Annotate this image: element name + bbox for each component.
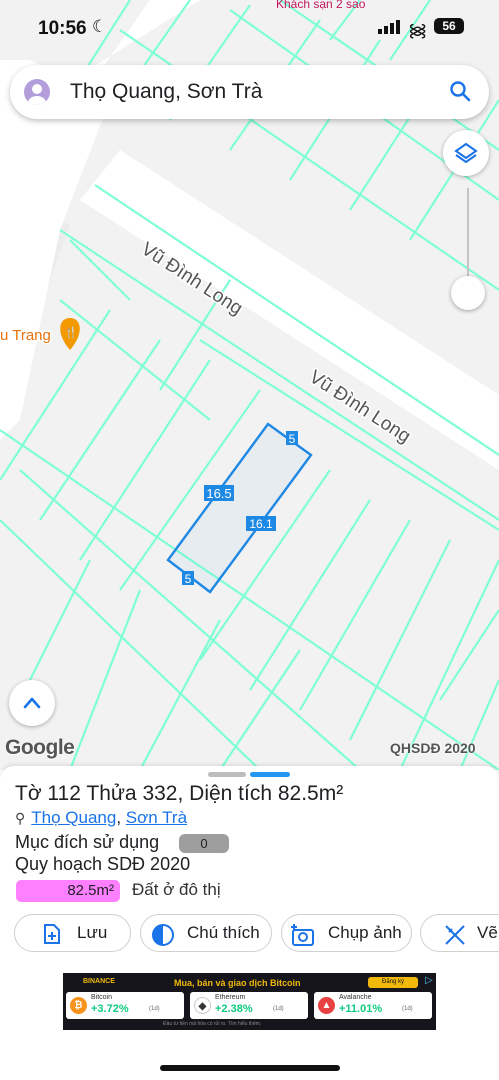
lot-boundary-line (59, 299, 211, 421)
lot-boundary-line (399, 559, 499, 770)
coin-period: (1d) (273, 1006, 284, 1012)
layers-icon (454, 142, 478, 164)
dim-label: 16.1 (249, 517, 273, 531)
location-pin-icon: ⚲ (15, 810, 26, 826)
restaurant-icon: 🍴 (60, 318, 80, 350)
search-input[interactable]: Thọ Quang, Sơn Trà (70, 80, 262, 104)
coin-change: +2.38% (215, 1003, 253, 1015)
search-icon[interactable] (449, 80, 471, 102)
coin-change: +3.72% (91, 1003, 129, 1015)
coin-name: Ethereum (215, 994, 246, 1001)
panel-handle-active[interactable] (250, 772, 290, 777)
avalanche-icon: ▲ (318, 997, 335, 1014)
ad-brand: BINANCE (83, 978, 115, 985)
lot-boundary-line (68, 589, 142, 770)
search-bar[interactable]: Thọ Quang, Sơn Trà (10, 65, 489, 119)
map-view[interactable]: Vũ Đình Long Vũ Đình Long u Trang 🍴 16.5… (0, 0, 499, 770)
purpose-label: Mục đích sử dụng (15, 832, 160, 852)
selected-parcel (166, 422, 313, 594)
dim-label: 5 (185, 572, 192, 586)
coin-card: ▲ Avalanche +11.01% (1d) (314, 992, 432, 1019)
avatar[interactable] (24, 79, 50, 105)
battery-icon: 56 (434, 18, 464, 34)
expand-up-button[interactable] (9, 680, 55, 726)
panel-handle[interactable] (208, 772, 246, 777)
land-type-label: Đất ở đô thị (132, 880, 221, 899)
opacity-slider-handle[interactable] (451, 276, 485, 310)
contrast-icon (152, 924, 174, 946)
district-link[interactable]: Sơn Trà (126, 808, 187, 827)
bitcoin-icon: ₿ (70, 997, 87, 1014)
coin-period: (1d) (402, 1006, 413, 1012)
legend-button[interactable]: Chú thích (140, 914, 272, 952)
action-bar: Lưu Chú thích Chụp ảnh Vẽ (0, 914, 499, 954)
draw-label: Vẽ (477, 923, 498, 942)
coin-card: ₿ Bitcoin +3.72% (1d) (66, 992, 184, 1019)
lot-boundary-line (299, 519, 411, 711)
status-time: 10:56 (38, 18, 87, 39)
lot-boundary-line (349, 539, 451, 741)
lot-boundary-line (94, 184, 499, 456)
purpose-count-badge: 0 (179, 834, 229, 853)
lot-boundary-line (139, 619, 221, 770)
lot-boundary-line (219, 649, 301, 770)
ruler-pencil-icon (445, 925, 465, 945)
legend-label: Chú thích (187, 923, 260, 942)
signal-icon (378, 20, 400, 34)
coin-name: Bitcoin (91, 994, 113, 1001)
parcel-title: Tờ 112 Thửa 332, Diện tích 82.5m² (15, 782, 344, 805)
coin-change: +11.01% (339, 1003, 383, 1015)
draw-button[interactable]: Vẽ (420, 914, 499, 952)
capture-button[interactable]: Chụp ảnh (281, 914, 412, 952)
google-logo: Google (5, 736, 75, 759)
parcel-location: ⚲ Thọ Quang, Sơn Trà (15, 808, 187, 828)
moon-icon: ☾ (92, 17, 108, 36)
ad-cta-button[interactable]: Đăng ký (368, 977, 418, 988)
ad-choices-icon[interactable]: ▷ (425, 975, 433, 986)
layer-name-label: QHSDĐ 2020 (390, 740, 476, 756)
ad-banner[interactable]: BINANCE Mua, bán và giao dịch Bitcoin Đă… (63, 973, 436, 1030)
poi-label: u Trang (0, 327, 51, 344)
save-label: Lưu (77, 923, 108, 942)
coin-period: (1d) (149, 1006, 160, 1012)
camera-icon (291, 924, 314, 946)
ad-headline: Mua, bán và giao dịch Bitcoin (174, 978, 301, 988)
coin-card: ◆ Ethereum +2.38% (1d) (190, 992, 308, 1019)
capture-label: Chụp ảnh (328, 923, 402, 942)
svg-text:🍴: 🍴 (64, 326, 78, 339)
location-separator: , (116, 808, 122, 827)
home-indicator[interactable] (160, 1065, 340, 1071)
layers-button[interactable] (443, 130, 489, 176)
save-button[interactable]: Lưu (14, 914, 131, 952)
ethereum-icon: ◆ (194, 997, 211, 1014)
chevron-up-icon (23, 697, 41, 709)
planning-label: Quy hoạch SDĐ 2020 (15, 854, 191, 874)
land-area-chip: 82.5m² (16, 880, 120, 902)
ward-link[interactable]: Thọ Quang (31, 808, 116, 827)
status-bar: Khách sạn 2 sao 10:56 ☾ ᯼ 56 (0, 0, 499, 60)
wifi-icon: ᯼ (408, 20, 428, 40)
dim-label: 16.5 (206, 486, 231, 501)
ad-disclaimer: Đầu tư tiền mã hóa có rủi ro. Tìm hiểu t… (163, 1021, 262, 1027)
coin-name: Avalanche (339, 994, 372, 1001)
lot-boundary-line (19, 559, 91, 701)
add-document-icon (44, 924, 60, 944)
dim-label: 5 (289, 432, 296, 446)
lot-boundary-line (19, 469, 361, 770)
top-place-label: Khách sạn 2 sao (276, 0, 366, 11)
